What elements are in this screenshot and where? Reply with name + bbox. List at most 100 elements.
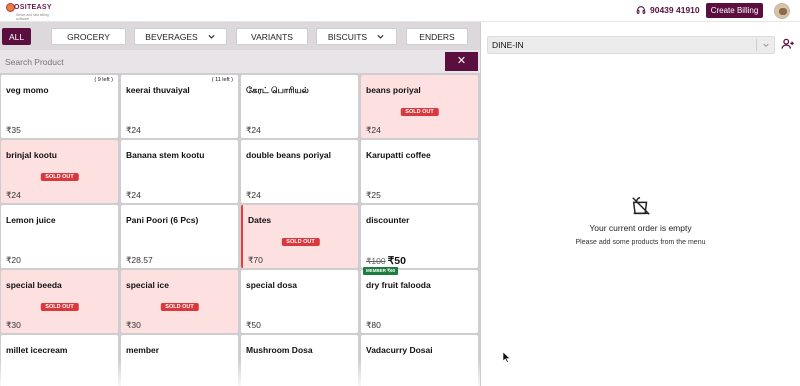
- product-price: ₹28.57: [126, 255, 153, 265]
- category-variants[interactable]: VARIANTS: [236, 28, 308, 45]
- category-beverages[interactable]: BEVERAGES: [134, 28, 227, 45]
- product-name: Pani Poori (6 Pcs): [126, 215, 199, 225]
- user-avatar[interactable]: [774, 3, 790, 19]
- order-panel: DINE-IN Your current order is empty Plea…: [481, 22, 800, 386]
- create-billing-button[interactable]: Create Billing: [706, 3, 763, 18]
- category-all[interactable]: ALL: [2, 28, 31, 45]
- support-phone[interactable]: 90439 41910: [636, 5, 700, 15]
- product-price: ₹70: [248, 255, 263, 265]
- category-label: ENDERS: [419, 31, 455, 42]
- product-name: Lemon juice: [6, 215, 56, 225]
- product-name: veg momo: [6, 85, 49, 95]
- category-label: GROCERY: [67, 31, 110, 42]
- product-name: discounter: [366, 215, 410, 225]
- product-name: member: [126, 345, 160, 355]
- headset-icon: [636, 6, 646, 14]
- product-price: ₹20: [6, 255, 21, 265]
- product-name: Vadacurry Dosai: [366, 345, 433, 355]
- empty-order-title: Your current order is empty: [589, 223, 692, 233]
- category-enders[interactable]: ENDERS: [406, 28, 468, 45]
- product-price: ₹100 ₹50: [366, 255, 406, 267]
- product-price: ₹30: [6, 320, 21, 330]
- app-logo[interactable]: OSITEASY Smart and fast billing software: [6, 2, 58, 21]
- sold-out-badge: SOLD OUT: [40, 173, 79, 181]
- search-bar: ✕: [0, 50, 480, 73]
- category-label: BEVERAGES: [145, 31, 198, 42]
- top-bar: OSITEASY Smart and fast billing software…: [0, 0, 800, 22]
- order-type-value: DINE-IN: [492, 40, 524, 50]
- category-biscuits[interactable]: BISCUITS: [316, 28, 397, 45]
- search-input[interactable]: [2, 52, 445, 71]
- add-user-icon[interactable]: [781, 37, 795, 51]
- sold-out-badge: SOLD OUT: [400, 108, 439, 116]
- product-card[interactable]: MEMBER ₹60 dry fruit falooda ₹80: [361, 267, 478, 333]
- product-price: ₹30: [126, 320, 141, 330]
- chevron-down-icon: [763, 43, 769, 48]
- product-name: brinjal kootu: [6, 150, 57, 160]
- product-price: ₹24: [246, 125, 261, 135]
- original-price: ₹100: [366, 256, 386, 266]
- grid-fade: [0, 360, 480, 386]
- stock-left-label: ( 11 left ): [211, 77, 233, 83]
- product-name: Banana stem kootu: [126, 150, 205, 160]
- empty-order-subtitle: Please add some products from the menu: [575, 239, 706, 246]
- sold-out-badge: SOLD OUT: [160, 303, 199, 311]
- product-card[interactable]: Karupatti coffee ₹25: [361, 140, 478, 203]
- product-name: dry fruit falooda: [366, 280, 431, 290]
- product-grid: ( 9 left ) veg momo ₹35 ( 11 left ) keerai t…: [0, 73, 480, 386]
- product-name: millet icecream: [6, 345, 68, 355]
- product-card[interactable]: கேரட் பொரியல் ₹24: [241, 75, 358, 138]
- product-card[interactable]: special dosa ₹50: [241, 270, 358, 333]
- product-card[interactable]: Banana stem kootu ₹24: [121, 140, 238, 203]
- product-price: ₹24: [246, 190, 261, 200]
- product-card[interactable]: Dates SOLD OUT ₹70: [241, 205, 358, 268]
- close-icon[interactable]: ✕: [445, 52, 478, 71]
- product-price: ₹35: [6, 125, 21, 135]
- product-card[interactable]: Pani Poori (6 Pcs) ₹28.57: [121, 205, 238, 268]
- product-name: beans poriyal: [366, 85, 421, 95]
- product-name: double beans poriyal: [246, 150, 332, 160]
- category-label: VARIANTS: [251, 31, 293, 42]
- discounted-price: ₹50: [387, 255, 406, 267]
- product-card[interactable]: special beeda SOLD OUT ₹30: [1, 270, 118, 333]
- product-name: Mushroom Dosa: [246, 345, 313, 355]
- logo-tagline: Smart and fast billing software: [16, 13, 49, 21]
- category-bar: ALL GROCERY BEVERAGES VARIANTS BISCUITS …: [0, 22, 480, 50]
- product-name: special ice: [126, 280, 170, 290]
- logo-brand: OSITEASY: [14, 4, 52, 11]
- product-name: special beeda: [6, 280, 62, 290]
- no-food-icon: [632, 197, 650, 215]
- product-card[interactable]: ( 11 left ) keerai thuvaiyal ₹24: [121, 75, 238, 138]
- product-card[interactable]: discounter ₹100 ₹50: [361, 205, 478, 268]
- stock-left-label: ( 9 left ): [94, 77, 113, 83]
- phone-number: 90439 41910: [650, 5, 700, 15]
- product-name: Karupatti coffee: [366, 150, 431, 160]
- product-price: ₹50: [246, 320, 261, 330]
- product-price: ₹24: [126, 125, 141, 135]
- product-price: ₹24: [366, 125, 381, 135]
- product-card[interactable]: ( 9 left ) veg momo ₹35: [1, 75, 118, 138]
- select-separator: [756, 39, 757, 51]
- product-card[interactable]: Lemon juice ₹20: [1, 205, 118, 268]
- product-card[interactable]: special ice SOLD OUT ₹30: [121, 270, 238, 333]
- category-label: ALL: [8, 31, 25, 42]
- product-name: கேரட் பொரியல்: [246, 85, 309, 95]
- product-name: special dosa: [246, 280, 298, 290]
- product-price: ₹24: [6, 190, 21, 200]
- category-grocery[interactable]: GROCERY: [51, 28, 126, 45]
- product-price: ₹25: [366, 190, 381, 200]
- sold-out-badge: SOLD OUT: [40, 303, 79, 311]
- sold-out-badge: SOLD OUT: [281, 238, 320, 246]
- product-price: ₹24: [126, 190, 141, 200]
- product-card[interactable]: brinjal kootu SOLD OUT ₹24: [1, 140, 118, 203]
- product-card[interactable]: beans poriyal SOLD OUT ₹24: [361, 75, 478, 138]
- order-type-select[interactable]: DINE-IN: [487, 36, 775, 54]
- chevron-down-icon: [208, 34, 215, 39]
- mouse-cursor-icon: [503, 352, 511, 363]
- product-price: ₹80: [366, 320, 381, 330]
- category-label: BISCUITS: [327, 31, 368, 42]
- product-name: Dates: [248, 215, 272, 225]
- member-price-badge: MEMBER ₹60: [363, 267, 399, 275]
- product-card[interactable]: double beans poriyal ₹24: [241, 140, 358, 203]
- product-name: keerai thuvaiyal: [126, 85, 190, 95]
